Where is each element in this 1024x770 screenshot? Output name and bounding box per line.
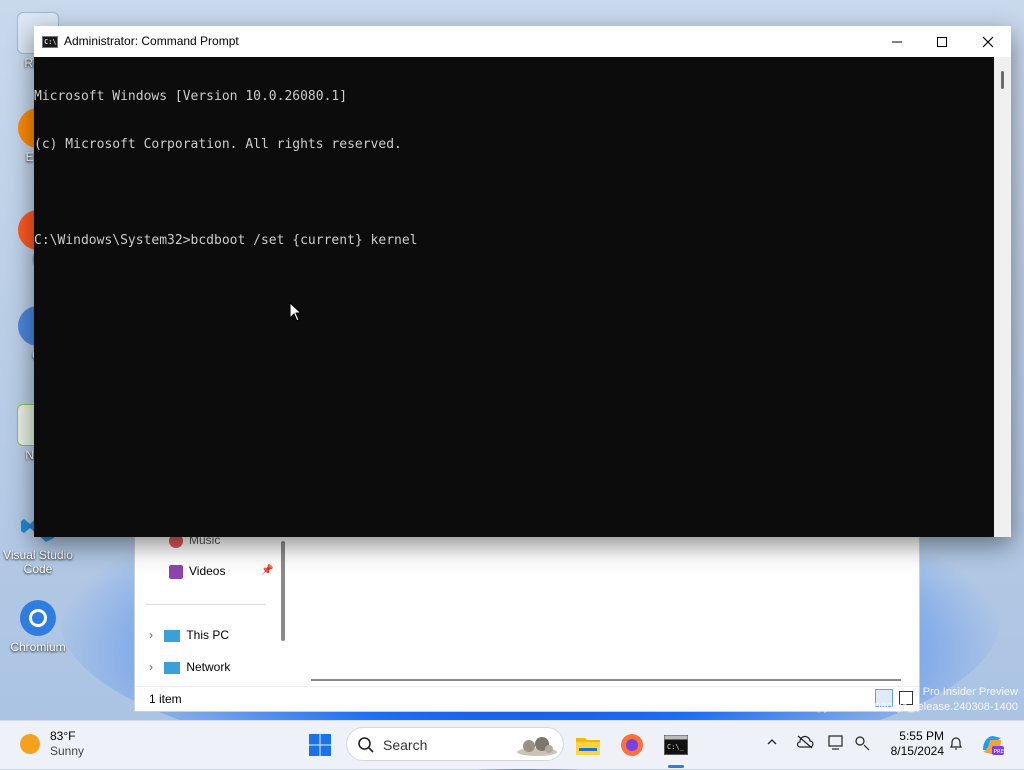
sun-icon bbox=[20, 734, 40, 754]
search-label: Search bbox=[383, 737, 428, 753]
nav-item-this-pc[interactable]: › This PC bbox=[149, 628, 229, 642]
nav-item-network[interactable]: › Network bbox=[149, 660, 230, 674]
firefox-icon bbox=[621, 734, 643, 756]
start-button[interactable] bbox=[304, 729, 336, 761]
cmd-titlebar[interactable]: C:\ Administrator: Command Prompt bbox=[34, 26, 1011, 57]
copilot-button[interactable]: PRE bbox=[976, 729, 1008, 761]
clock-date: 8/15/2024 bbox=[890, 744, 944, 758]
chevron-right-icon: › bbox=[149, 660, 153, 674]
search-highlight-icon bbox=[517, 737, 557, 756]
file-explorer-window[interactable]: Music Videos 📌 › This PC › Network 1 ite… bbox=[134, 520, 920, 712]
taskbar-terminal[interactable]: C:\_ bbox=[660, 729, 692, 761]
svg-text:PRE: PRE bbox=[994, 749, 1005, 755]
display-icon[interactable] bbox=[828, 735, 846, 754]
pin-icon: 📌 bbox=[261, 565, 274, 576]
command-prompt-window[interactable]: C:\ Administrator: Command Prompt Micros… bbox=[34, 26, 1011, 537]
nav-item-videos[interactable]: Videos bbox=[169, 564, 225, 579]
close-button[interactable] bbox=[965, 26, 1011, 57]
nav-scrollbar[interactable] bbox=[281, 541, 285, 641]
taskbar-search[interactable]: Search bbox=[346, 727, 564, 761]
console-line: (c) Microsoft Corporation. All rights re… bbox=[34, 137, 402, 152]
nav-separator bbox=[145, 604, 265, 605]
folder-icon bbox=[576, 738, 600, 755]
scrollbar-thumb[interactable] bbox=[1001, 71, 1004, 89]
network-status-icon[interactable] bbox=[854, 735, 872, 754]
minimize-button[interactable] bbox=[874, 26, 920, 57]
videos-icon bbox=[169, 564, 183, 579]
network-icon bbox=[164, 661, 181, 674]
show-hidden-icons-chevron-icon[interactable] bbox=[766, 735, 778, 751]
notification-bell-icon[interactable] bbox=[948, 735, 964, 754]
close-icon bbox=[982, 36, 994, 47]
weather-widget[interactable]: 83°F Sunny bbox=[20, 729, 84, 759]
onedrive-offline-icon[interactable] bbox=[796, 735, 814, 752]
item-count: 1 item bbox=[149, 692, 182, 706]
taskbar-firefox[interactable] bbox=[616, 729, 648, 761]
explorer-nav-pane: Music Videos 📌 › This PC › Network bbox=[135, 521, 281, 687]
horizontal-scrollbar[interactable] bbox=[311, 679, 901, 681]
explorer-content-pane[interactable] bbox=[291, 521, 919, 687]
maximize-icon bbox=[937, 36, 947, 47]
maximize-button[interactable] bbox=[919, 26, 965, 57]
copilot-icon: PRE bbox=[983, 736, 1005, 755]
taskbar: 83°F Sunny Search C:\_ 5:55 PM 8/15/2024… bbox=[0, 720, 1024, 769]
console-line: C:\Windows\System32>bcdboot /set {curren… bbox=[34, 233, 418, 248]
weather-condition: Sunny bbox=[50, 744, 85, 758]
chromium-icon bbox=[18, 598, 58, 638]
console-line: Microsoft Windows [Version 10.0.26080.1] bbox=[34, 89, 348, 104]
console-output[interactable]: Microsoft Windows [Version 10.0.26080.1]… bbox=[34, 57, 994, 537]
minimize-icon bbox=[892, 41, 902, 42]
cmd-app-icon: C:\ bbox=[42, 36, 58, 48]
evaluation-watermark: Pro Insider Preview Evaluation copy. Bui… bbox=[751, 686, 1018, 713]
cmd-scrollbar[interactable] bbox=[994, 57, 1011, 537]
mouse-cursor-icon bbox=[289, 302, 303, 322]
pc-icon bbox=[164, 629, 181, 642]
terminal-icon: C:\_ bbox=[664, 735, 688, 755]
clock-time: 5:55 PM bbox=[899, 729, 944, 743]
desktop-icon-chromium[interactable]: Chromium bbox=[0, 598, 76, 654]
window-title: Administrator: Command Prompt bbox=[64, 34, 239, 48]
taskbar-clock[interactable]: 5:55 PM 8/15/2024 bbox=[880, 729, 944, 759]
weather-temp: 83°F bbox=[50, 729, 76, 743]
chevron-right-icon: › bbox=[149, 628, 153, 642]
search-icon bbox=[358, 737, 374, 753]
taskbar-file-explorer[interactable] bbox=[572, 729, 604, 761]
windows-logo-icon bbox=[309, 734, 331, 756]
svg-text:C:\_: C:\_ bbox=[667, 743, 685, 751]
